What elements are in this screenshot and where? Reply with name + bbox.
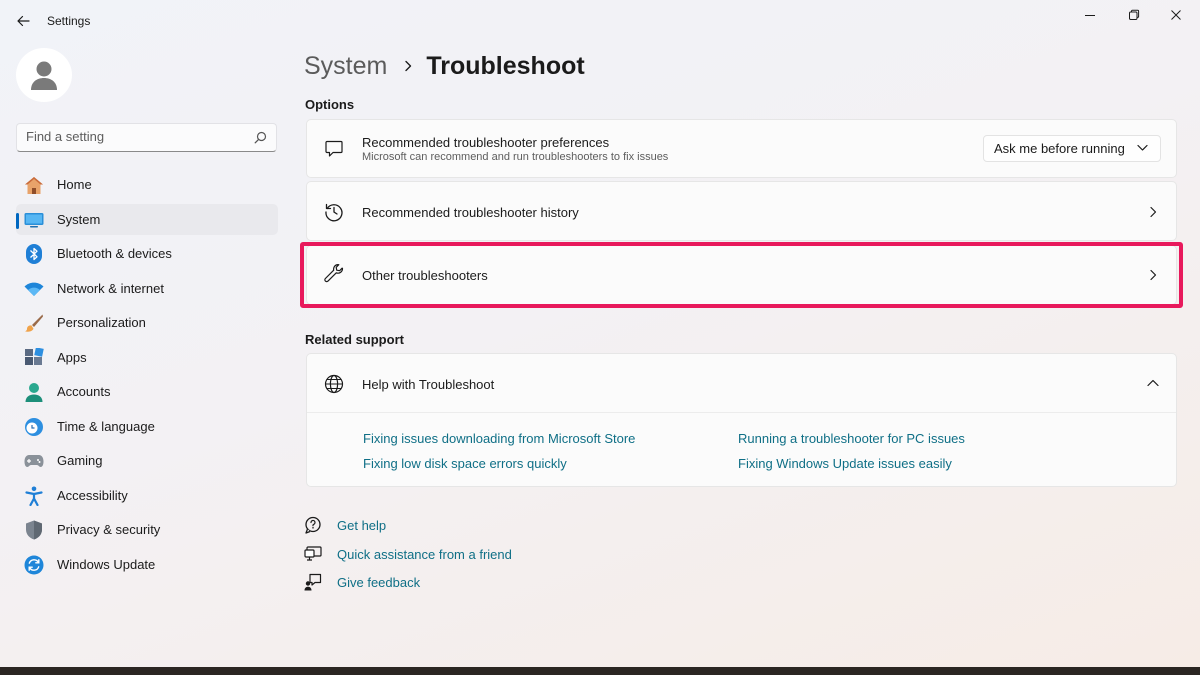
help-chat-icon	[304, 516, 322, 534]
sidebar-item-label: Network & internet	[57, 280, 164, 296]
related-support-heading: Related support	[305, 332, 404, 347]
chevron-right-icon	[1146, 268, 1160, 282]
sidebar-item-accounts[interactable]: Accounts	[16, 376, 278, 407]
sidebar-nav: Home System Bluetooth & devices Network …	[16, 169, 278, 583]
sidebar-item-bluetooth[interactable]: Bluetooth & devices	[16, 238, 278, 269]
help-expander-title: Help with Troubleshoot	[362, 377, 495, 392]
user-icon	[31, 61, 57, 90]
quick-assist-label: Quick assistance from a friend	[337, 546, 512, 562]
globe-icon	[323, 373, 345, 395]
support-link[interactable]: Fixing issues downloading from Microsoft…	[363, 431, 635, 446]
options-heading: Options	[305, 97, 355, 112]
preferences-row: Recommended troubleshooter preferences M…	[307, 120, 1176, 179]
minimize-icon	[1085, 15, 1095, 16]
sidebar-item-accessibility[interactable]: Accessibility	[16, 480, 278, 511]
clock-globe-icon	[24, 417, 44, 437]
chevron-right-icon	[1146, 205, 1160, 219]
sidebar-item-label: Personalization	[57, 315, 146, 330]
sidebar-item-label: Accessibility	[57, 487, 128, 503]
close-icon	[1171, 10, 1181, 20]
help-expander-header[interactable]: Help with Troubleshoot	[307, 354, 1176, 412]
taskbar-edge	[0, 667, 1200, 675]
quick-assist-link[interactable]: Quick assistance from a friend	[304, 544, 512, 564]
breadcrumb: System Troubleshoot	[304, 48, 585, 84]
quick-assist-icon	[304, 545, 322, 563]
accounts-icon	[24, 382, 44, 402]
sidebar-item-apps[interactable]: Apps	[16, 342, 278, 373]
sidebar-item-label: Accounts	[57, 384, 111, 399]
chevron-down-icon	[1137, 144, 1148, 151]
sidebar-item-system[interactable]: System	[16, 203, 278, 235]
preferences-dropdown[interactable]: Ask me before running	[983, 135, 1161, 162]
sidebar-item-label: Windows Update	[57, 556, 156, 572]
back-button[interactable]	[12, 10, 34, 32]
preferences-title: Recommended troubleshooter preferences	[362, 135, 610, 150]
close-button[interactable]	[1156, 4, 1196, 26]
sidebar-item-home[interactable]: Home	[16, 169, 278, 200]
wrench-icon	[323, 263, 345, 285]
sidebar-item-label: Bluetooth & devices	[57, 246, 172, 261]
get-help-label: Get help	[337, 517, 387, 533]
history-title: Recommended troubleshooter history	[362, 205, 579, 220]
maximize-button[interactable]	[1114, 4, 1154, 26]
sidebar-item-label: System	[57, 211, 101, 227]
accessibility-icon	[24, 486, 44, 506]
restore-icon	[1129, 9, 1140, 20]
history-icon	[323, 201, 345, 223]
divider	[307, 412, 1176, 413]
sidebar-item-label: Apps	[57, 349, 87, 365]
brush-icon	[24, 313, 44, 333]
system-icon	[24, 210, 44, 230]
title-bar: Settings	[0, 0, 1200, 40]
chevron-right-icon	[404, 60, 412, 72]
app-title: Settings	[47, 14, 91, 28]
preferences-subtitle: Microsoft can recommend and run troubles…	[362, 151, 669, 163]
minimize-button[interactable]	[1070, 4, 1110, 26]
sidebar-item-label: Privacy & security	[57, 522, 161, 537]
wifi-icon	[24, 279, 44, 299]
page-title: Troubleshoot	[426, 51, 585, 80]
help-expander-card: Help with Troubleshoot Fixing issues dow…	[306, 353, 1177, 487]
history-card[interactable]: Recommended troubleshooter history	[306, 181, 1177, 241]
shield-icon	[24, 520, 44, 540]
sidebar-item-time-language[interactable]: Time & language	[16, 411, 278, 442]
chevron-up-icon[interactable]	[1146, 376, 1160, 390]
arrow-left-icon	[17, 15, 30, 27]
give-feedback-link[interactable]: Give feedback	[304, 572, 420, 592]
home-icon	[24, 175, 44, 195]
sidebar-item-privacy[interactable]: Privacy & security	[16, 514, 278, 545]
sidebar-item-personalization[interactable]: Personalization	[16, 307, 278, 338]
sidebar-item-gaming[interactable]: Gaming	[16, 445, 278, 476]
gamepad-icon	[24, 451, 44, 471]
history-row[interactable]: Recommended troubleshooter history	[307, 182, 1176, 242]
update-icon	[24, 555, 44, 575]
other-troubleshooters-row[interactable]: Other troubleshooters	[307, 246, 1176, 306]
other-troubleshooters-card[interactable]: Other troubleshooters	[306, 245, 1177, 305]
get-help-link[interactable]: Get help	[304, 515, 386, 535]
sidebar-item-label: Gaming	[57, 453, 103, 468]
sidebar-item-network[interactable]: Network & internet	[16, 273, 278, 304]
avatar[interactable]	[16, 48, 72, 102]
chat-bubble-icon	[323, 138, 345, 160]
search-box[interactable]	[16, 123, 277, 152]
breadcrumb-parent[interactable]: System	[304, 52, 387, 81]
give-feedback-label: Give feedback	[337, 574, 421, 590]
apps-icon	[24, 347, 44, 368]
sidebar-item-label: Home	[57, 177, 92, 192]
dropdown-value: Ask me before running	[994, 141, 1125, 156]
feedback-icon	[304, 573, 322, 591]
search-icon[interactable]	[254, 131, 267, 144]
sidebar-item-windows-update[interactable]: Windows Update	[16, 549, 278, 580]
search-input[interactable]	[26, 129, 246, 144]
support-link[interactable]: Fixing Windows Update issues easily	[738, 456, 952, 471]
preferences-card: Recommended troubleshooter preferences M…	[306, 119, 1177, 178]
bluetooth-icon	[24, 244, 44, 264]
support-link[interactable]: Running a troubleshooter for PC issues	[738, 431, 965, 446]
other-troubleshooters-title: Other troubleshooters	[362, 268, 488, 283]
support-link[interactable]: Fixing low disk space errors quickly	[363, 456, 567, 471]
sidebar-item-label: Time & language	[57, 418, 155, 434]
